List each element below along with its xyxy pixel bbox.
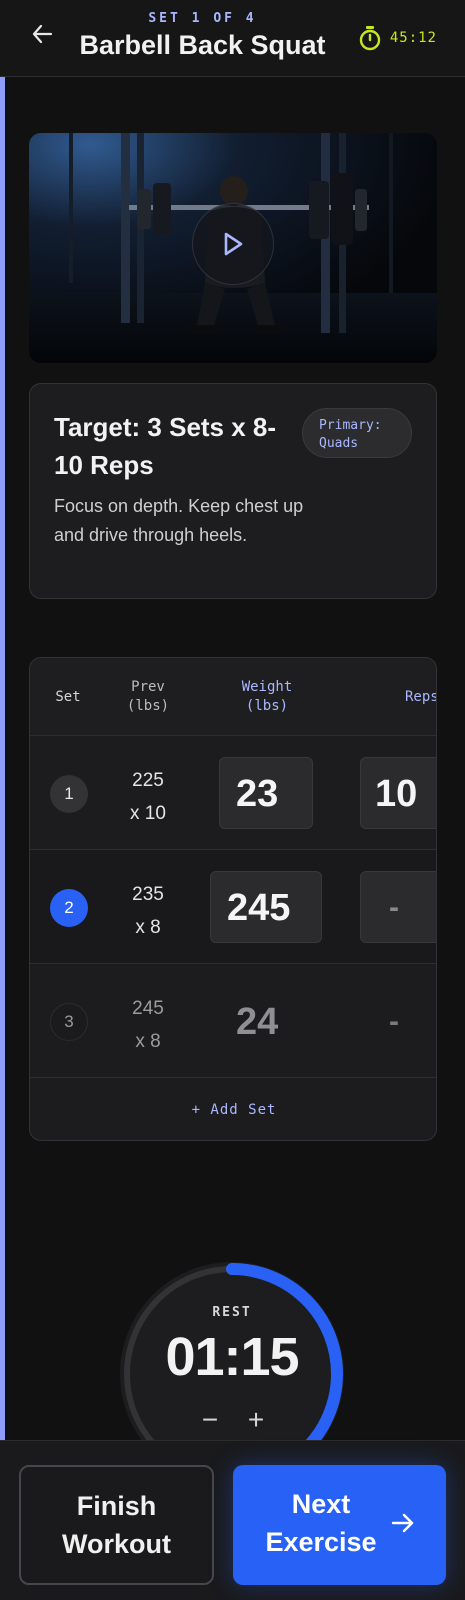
header-prev-unit: (lbs) — [126, 698, 170, 714]
rest-time: 01:15 — [165, 1327, 299, 1387]
rest-label: REST — [212, 1305, 252, 1320]
prev-value: 245 x 8 — [108, 992, 188, 1058]
table-row: 2 235 x 8 245 - — [30, 850, 436, 964]
next-label-line1: Next — [291, 1489, 351, 1519]
play-button[interactable] — [192, 203, 274, 285]
finish-label-line2: Workout — [62, 1529, 171, 1559]
reps-input[interactable]: - — [360, 985, 436, 1057]
header-prev-label: Prev — [131, 679, 165, 695]
prev-weight: 235 — [132, 884, 164, 905]
left-accent-bar — [0, 77, 5, 1440]
finish-workout-button[interactable]: Finish Workout — [19, 1465, 214, 1585]
workout-timer: 45:12 — [358, 25, 437, 51]
play-icon — [224, 232, 243, 256]
weight-value: 245 — [227, 887, 291, 929]
weight-input[interactable]: 23 — [219, 757, 313, 829]
weight-input[interactable]: 245 — [210, 871, 322, 943]
weight-value: 24 — [236, 1001, 279, 1043]
header-reps: Reps — [405, 689, 437, 705]
header-weight-label: Weight — [241, 679, 293, 695]
table-row: 3 245 x 8 24 - — [30, 964, 436, 1078]
set-number: 1 — [50, 775, 88, 813]
prev-value: 225 x 10 — [108, 764, 188, 830]
arrow-right-icon — [391, 1513, 414, 1533]
weight-value: 23 — [236, 773, 279, 815]
reps-value: - — [389, 891, 399, 924]
sets-table: Set Prev (lbs) Weight (lbs) Reps 1 225 x… — [29, 657, 437, 1141]
reps-value: - — [389, 1005, 399, 1038]
prev-reps: x 8 — [135, 917, 161, 938]
prev-weight: 245 — [132, 998, 164, 1019]
set-number: 3 — [50, 1003, 88, 1041]
header-weight-unit: (lbs) — [245, 698, 289, 714]
target-title: Target: 3 Sets x 8-10 Reps — [54, 412, 277, 480]
reps-value: 10 — [375, 773, 418, 815]
next-exercise-button[interactable]: Next Exercise — [233, 1465, 446, 1585]
header-set: Set — [55, 689, 81, 705]
finish-label-line1: Finish — [76, 1491, 157, 1521]
next-label: Next Exercise — [261, 1485, 381, 1561]
reps-input[interactable]: 10 — [360, 757, 436, 829]
target-card: Target: 3 Sets x 8-10 Reps Primary: Quad… — [29, 383, 437, 599]
exercise-title: Barbell Back Squat — [79, 30, 326, 60]
weight-input[interactable]: 24 — [219, 985, 313, 1057]
next-label-line2: Exercise — [265, 1527, 377, 1557]
header-prev: Prev (lbs) — [108, 678, 188, 716]
rest-decrease-button[interactable]: − — [195, 1405, 225, 1435]
add-set-button[interactable]: + Add Set — [30, 1078, 436, 1140]
badge-label: Primary: — [319, 418, 382, 433]
exercise-video[interactable] — [29, 133, 437, 363]
prev-weight: 225 — [132, 770, 164, 791]
workout-timer-text: 45:12 — [389, 30, 437, 46]
reps-input[interactable]: - — [360, 871, 436, 943]
header-weight: Weight (lbs) — [217, 678, 317, 716]
target-description: Focus on depth. Keep chest up and drive … — [54, 496, 304, 545]
stopwatch-icon — [359, 26, 381, 51]
prev-reps: x 10 — [130, 803, 166, 824]
set-counter: SET 1 OF 4 — [148, 11, 257, 26]
primary-muscle-badge: Primary: Quads — [302, 408, 412, 458]
badge-value: Quads — [319, 436, 359, 451]
table-row: 1 225 x 10 23 10 — [30, 736, 436, 850]
top-bar: SET 1 OF 4 Barbell Back Squat 45:12 — [0, 0, 465, 77]
prev-reps: x 8 — [135, 1031, 161, 1052]
table-header: Set Prev (lbs) Weight (lbs) Reps — [30, 658, 437, 736]
rest-increase-button[interactable]: + — [241, 1405, 271, 1435]
set-number-active: 2 — [50, 889, 88, 927]
prev-value: 235 x 8 — [108, 878, 188, 944]
bottom-action-bar: Finish Workout Next Exercise — [0, 1440, 465, 1600]
